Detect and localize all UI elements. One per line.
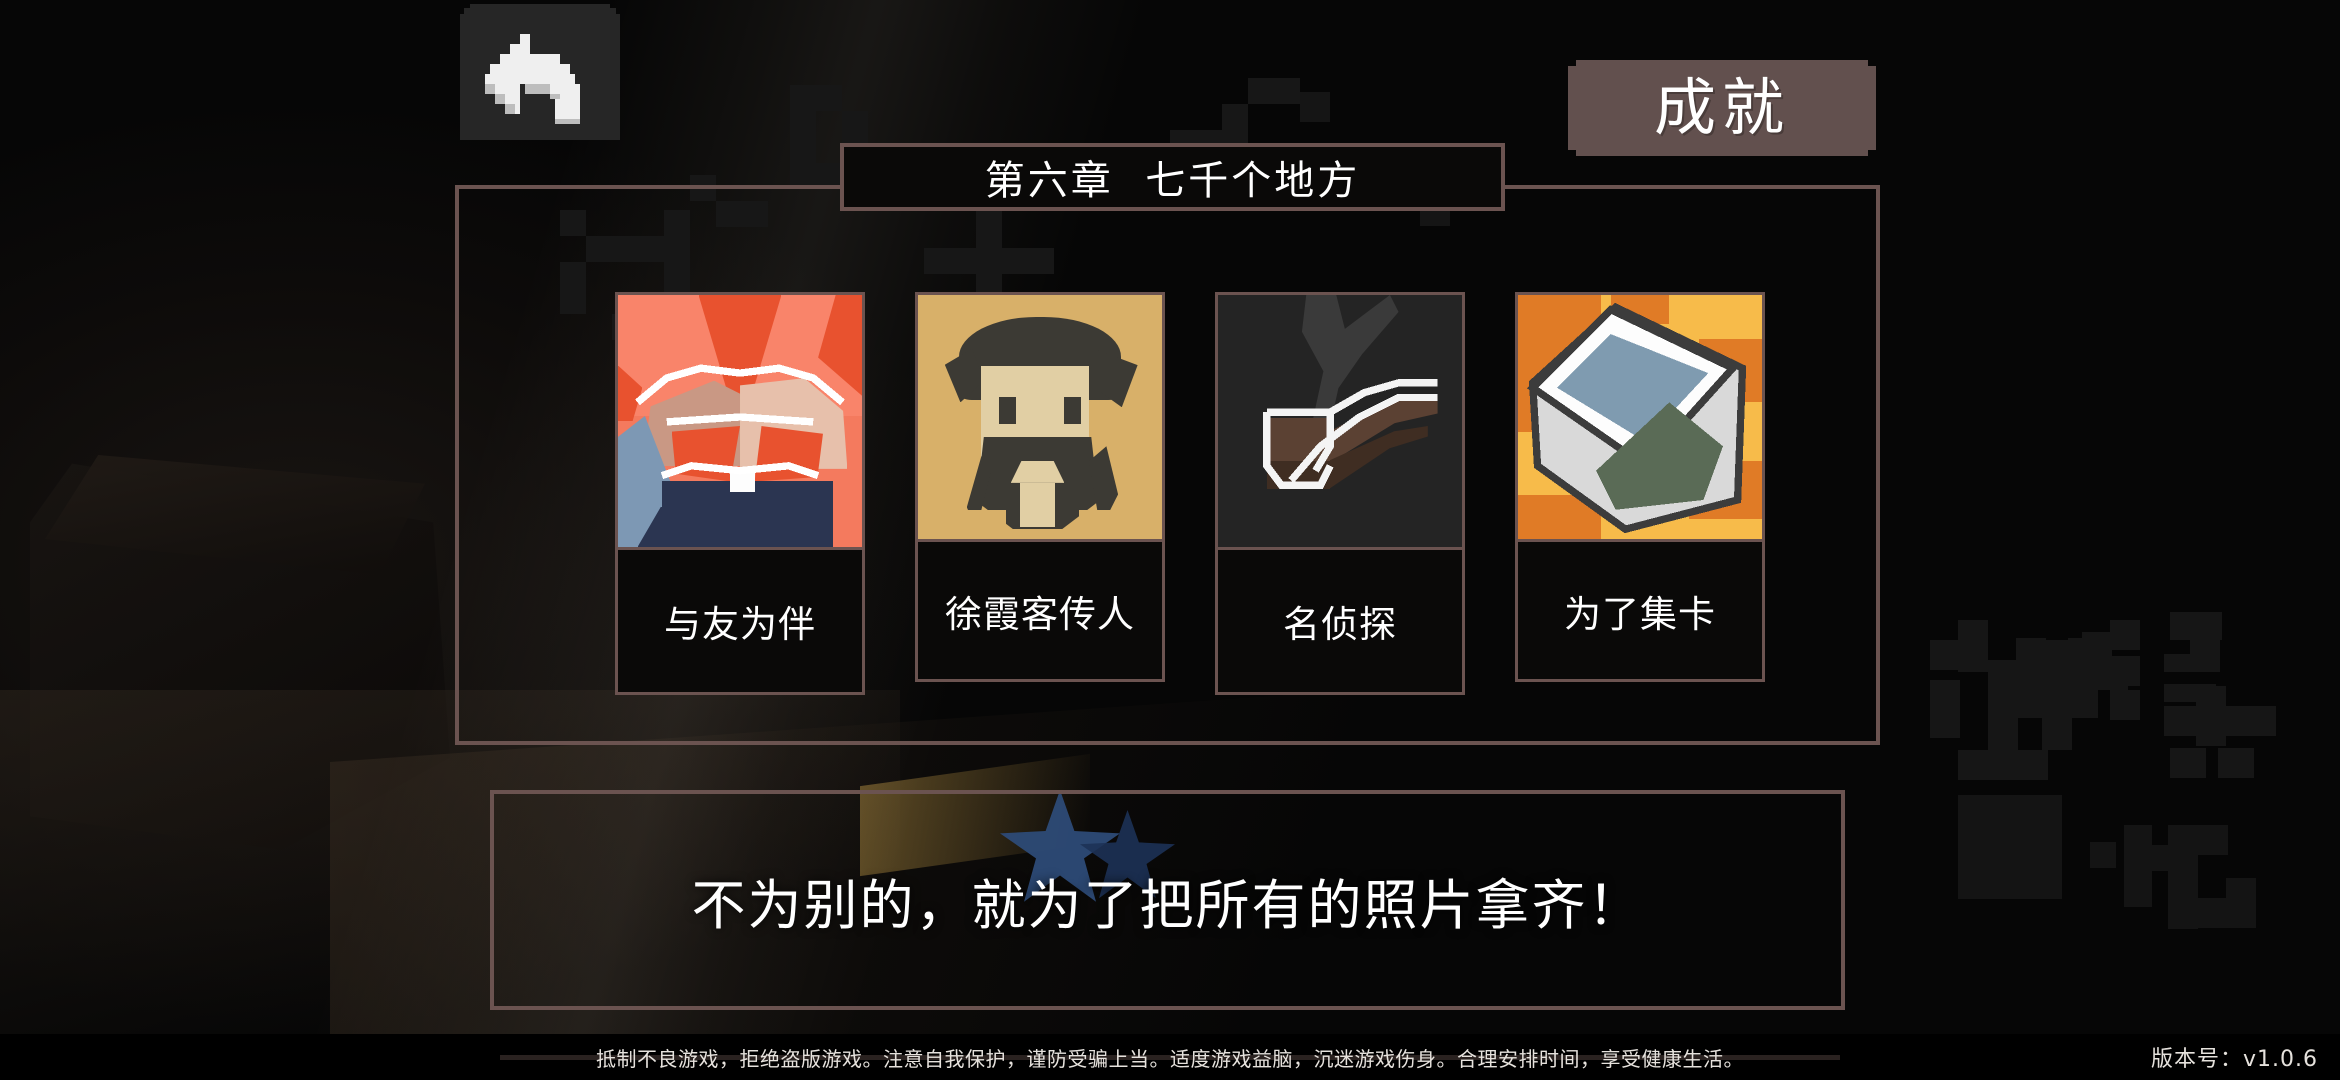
smoking-pipe-icon [1218,295,1462,547]
achievement-description-text: 不为别的，就为了把所有的照片拿齐！ [691,873,1644,937]
achievement-card-detective[interactable]: 名侦探 [1215,292,1465,712]
tv-box-top [45,455,425,575]
tv-box-silhouette [30,463,450,850]
footer-version: 版本号：v1.0.6 [2151,1047,2318,1072]
card-label-frame: 徐霞客传人 [915,542,1165,682]
page-title: 第六章 七千个地方 [984,158,1361,204]
card-icon-frame [915,292,1165,542]
footer-bar: 抵制不良游戏，拒绝盗版游戏。注意自我保护，谨防受骗上当。适度游戏益脑，沉迷游戏伤… [0,1034,2340,1080]
back-arrow-icon [485,34,580,124]
card-icon-frame [615,292,865,550]
card-icon-frame [1215,292,1465,550]
photo-cards-icon [1518,295,1762,539]
achievement-card-traveler[interactable]: 徐霞客传人 [915,292,1165,712]
achievement-card-friends[interactable]: 与友为伴 [615,292,865,712]
achievement-card-label: 为了集卡 [1564,592,1716,636]
achievements-button-label: 成就 [1653,71,1790,144]
chapter-title-bar: 第六章 七千个地方 [840,143,1505,211]
achievement-card-label: 名侦探 [1283,603,1397,646]
achievement-card-label: 徐霞客传人 [945,592,1135,636]
card-icon-frame [1515,292,1765,542]
card-label-frame: 名侦探 [1215,550,1465,695]
achievement-card-label: 与友为伴 [664,603,816,646]
achievement-description-box: 不为别的，就为了把所有的照片拿齐！ [490,790,1845,1010]
footer-notice: 抵制不良游戏，拒绝盗版游戏。注意自我保护，谨防受骗上当。适度游戏益脑，沉迷游戏伤… [596,1046,1744,1071]
bearded-traveler-icon [918,295,1162,539]
back-button[interactable] [460,4,620,140]
card-label-frame: 与友为伴 [615,550,865,695]
game-screen: 成就 第六章 七千个地方 与友为伴 徐霞客传人 名侦探 为了集卡 不为别的，就为… [0,0,2340,1080]
card-label-frame: 为了集卡 [1515,542,1765,682]
two-friends-icon [618,295,862,547]
achievements-button[interactable]: 成就 [1568,60,1876,156]
achievement-card-collector[interactable]: 为了集卡 [1515,292,1765,712]
achievement-card-list: 与友为伴 徐霞客传人 名侦探 为了集卡 [615,292,1795,712]
